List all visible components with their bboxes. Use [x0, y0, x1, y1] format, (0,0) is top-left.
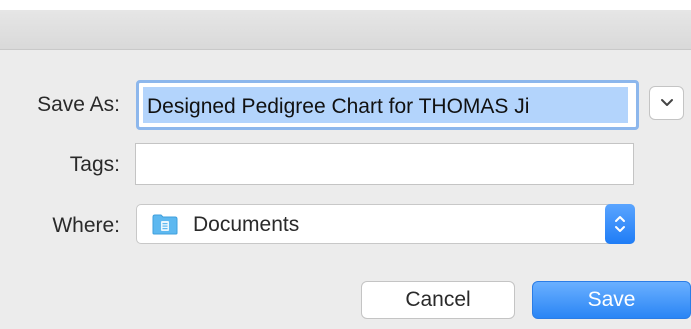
- save-as-field[interactable]: Designed Pedigree Chart for THOMAS Ji: [136, 80, 639, 130]
- cancel-button-label: Cancel: [405, 288, 471, 311]
- tags-input[interactable]: [135, 143, 634, 185]
- save-as-selection: Designed Pedigree Chart for THOMAS Ji: [143, 87, 628, 123]
- save-button[interactable]: Save: [532, 281, 691, 319]
- save-as-label: Save As:: [37, 93, 120, 116]
- expand-dialog-button[interactable]: [649, 86, 684, 120]
- where-label: Where:: [52, 214, 120, 237]
- where-select[interactable]: Documents: [136, 204, 635, 244]
- where-value: Documents: [193, 213, 300, 236]
- cancel-button[interactable]: Cancel: [361, 281, 515, 319]
- dialog-titlebar: [0, 10, 691, 50]
- folder-icon: [152, 214, 178, 235]
- save-button-label: Save: [587, 288, 636, 311]
- where-stepper[interactable]: [605, 204, 635, 244]
- save-dialog: Save As: Designed Pedigree Chart for THO…: [0, 0, 691, 329]
- save-as-value: Designed Pedigree Chart for THOMAS Ji: [147, 95, 530, 118]
- up-down-chevron-icon: [615, 216, 625, 232]
- tags-label: Tags:: [69, 153, 120, 176]
- chevron-down-icon: [660, 99, 673, 106]
